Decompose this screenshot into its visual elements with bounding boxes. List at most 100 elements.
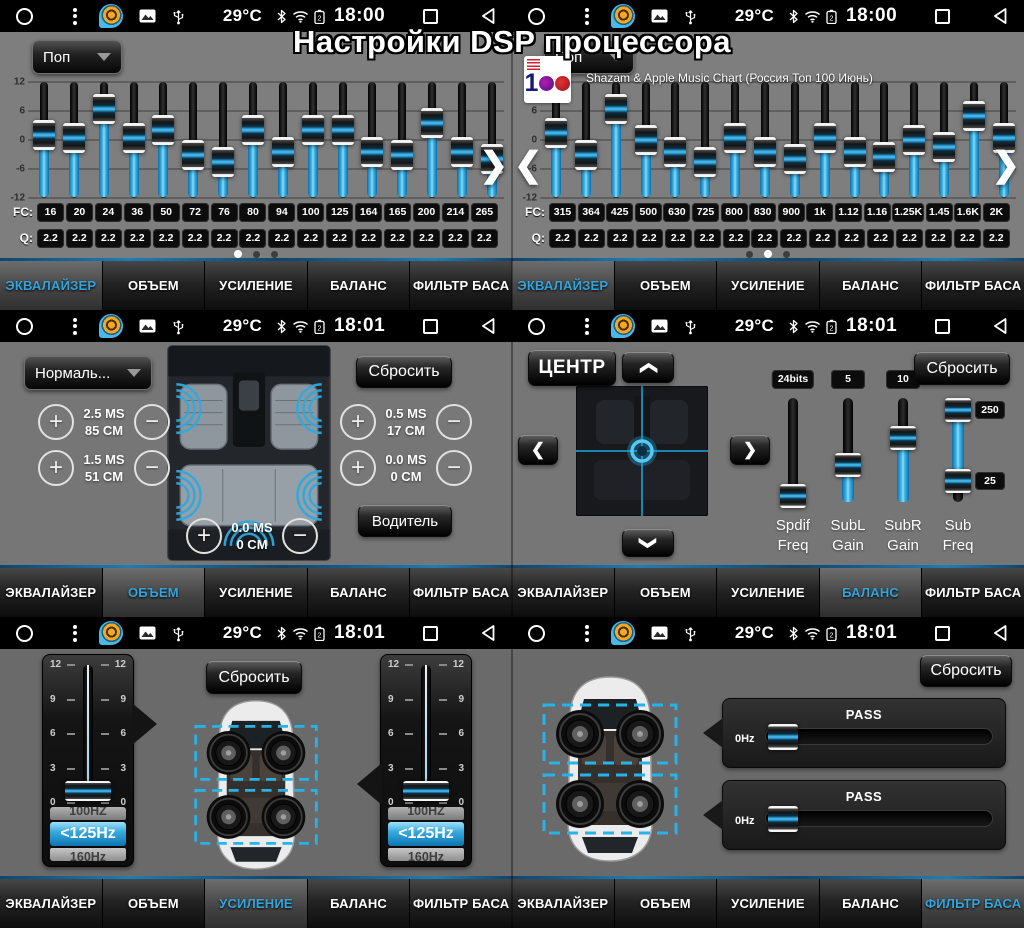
eq-band-slider[interactable] (753, 82, 777, 198)
slider-knob[interactable] (754, 137, 776, 167)
balance-down-button[interactable]: ❯ (622, 529, 674, 557)
gain-fader-track[interactable] (83, 665, 93, 803)
recents-square-icon[interactable] (423, 9, 438, 24)
eq-band-slider[interactable] (450, 82, 474, 198)
listener-position-button[interactable]: Водитель (358, 505, 452, 537)
tab-equalizer[interactable]: ЭКВАЛАЙЗЕР (0, 261, 102, 310)
tab-balance[interactable]: БАЛАНС (307, 568, 410, 617)
car-speakers-image[interactable] (192, 695, 320, 873)
menu-dots-icon[interactable] (73, 318, 77, 335)
back-triangle-icon[interactable] (992, 624, 1008, 642)
filter-freq-track[interactable] (765, 728, 993, 745)
slider-knob[interactable] (780, 484, 806, 508)
car-speakers-image[interactable] (540, 671, 680, 865)
tab-bass-filter[interactable]: ФИЛЬТР БАСА (409, 261, 512, 310)
increase-button[interactable]: + (186, 518, 222, 554)
tab-volume[interactable]: ОБЪЕМ (102, 879, 205, 928)
increase-button[interactable]: + (38, 450, 74, 486)
eq-band-slider[interactable] (62, 82, 86, 198)
recents-square-icon[interactable] (423, 319, 438, 334)
balance-reset-button[interactable]: Сбросить (914, 352, 1010, 385)
page-dot-active[interactable] (234, 250, 242, 258)
eq-band-slider[interactable] (663, 82, 687, 198)
tab-volume[interactable]: ОБЪЕМ (614, 879, 717, 928)
tab-bass-filter[interactable]: ФИЛЬТР БАСА (409, 568, 512, 617)
gain-fader-knob[interactable] (65, 781, 111, 801)
recents-square-icon[interactable] (935, 626, 950, 641)
decrease-button[interactable]: − (436, 404, 472, 440)
tab-bass-filter[interactable]: ФИЛЬТР БАСА (921, 879, 1024, 928)
eq-band-slider[interactable] (843, 82, 867, 198)
eq-band-slider[interactable] (92, 82, 116, 198)
eq-band-slider[interactable] (723, 82, 747, 198)
tab-balance[interactable]: БАЛАНС (819, 568, 922, 617)
back-triangle-icon[interactable] (992, 317, 1008, 335)
app-logo-icon[interactable] (611, 314, 635, 338)
slider-knob[interactable] (784, 144, 806, 174)
filter-freq-track[interactable] (765, 810, 993, 827)
crossover-option[interactable]: 100HZ (50, 807, 126, 820)
slider-track[interactable] (788, 398, 798, 502)
balance-left-button[interactable]: ❮ (518, 435, 558, 465)
slider-knob[interactable] (123, 123, 145, 153)
tab-volume[interactable]: ОБЪЕМ (614, 568, 717, 617)
balance-center-button[interactable]: ЦЕНТР (528, 350, 616, 386)
eq-band-slider[interactable] (962, 82, 986, 198)
crossover-option[interactable]: 100HZ (388, 807, 464, 820)
eq-band-slider[interactable] (331, 82, 355, 198)
slider-knob[interactable] (302, 115, 324, 145)
tab-bass-filter[interactable]: ФИЛЬТР БАСА (409, 879, 512, 928)
delay-preset-dropdown[interactable]: Нормаль... (24, 356, 152, 390)
slider-knob[interactable] (361, 137, 383, 167)
recents-square-icon[interactable] (935, 319, 950, 334)
tab-equalizer[interactable]: ЭКВАЛАЙЗЕР (512, 261, 614, 310)
increase-button[interactable]: + (340, 450, 376, 486)
range-knob-high[interactable] (945, 398, 971, 422)
tab-gain[interactable]: УСИЛЕНИЕ (716, 879, 819, 928)
back-triangle-icon[interactable] (480, 624, 496, 642)
page-dot[interactable] (271, 251, 278, 258)
home-circle-icon[interactable] (16, 625, 33, 642)
eq-band-slider[interactable] (360, 82, 384, 198)
eq-prev-page-chevron[interactable]: ❮ (514, 148, 543, 182)
decrease-button[interactable]: − (436, 450, 472, 486)
eq-band-slider[interactable] (932, 82, 956, 198)
slider-knob[interactable] (212, 147, 234, 177)
tab-bass-filter[interactable]: ФИЛЬТР БАСА (921, 261, 1024, 310)
home-circle-icon[interactable] (528, 8, 545, 25)
slider-knob[interactable] (835, 453, 861, 477)
eq-band-slider[interactable] (902, 82, 926, 198)
tab-gain[interactable]: УСИЛЕНИЕ (716, 261, 819, 310)
gain-fader-rear[interactable]: 121299663300100HZ<125Hz160Hz (380, 654, 472, 867)
eq-next-page-chevron[interactable]: ❯ (480, 148, 509, 182)
tab-balance[interactable]: БАЛАНС (819, 261, 922, 310)
slider-knob[interactable] (451, 137, 473, 167)
gallery-icon[interactable] (651, 626, 668, 640)
crossover-option[interactable]: 160Hz (388, 848, 464, 861)
tab-gain[interactable]: УСИЛЕНИЕ (204, 879, 307, 928)
eq-band-slider[interactable] (390, 82, 414, 198)
slider-knob[interactable] (873, 142, 895, 172)
slider-knob[interactable] (33, 120, 55, 150)
tab-gain[interactable]: УСИЛЕНИЕ (204, 568, 307, 617)
tab-equalizer[interactable]: ЭКВАЛАЙЗЕР (512, 879, 614, 928)
tab-balance[interactable]: БАЛАНС (307, 879, 410, 928)
menu-dots-icon[interactable] (585, 625, 589, 642)
tab-bass-filter[interactable]: ФИЛЬТР БАСА (921, 568, 1024, 617)
app-logo-icon[interactable] (99, 621, 123, 645)
slider-knob[interactable] (332, 115, 354, 145)
page-dot-active[interactable] (764, 250, 772, 258)
gallery-icon[interactable] (139, 319, 156, 333)
eq-band-slider[interactable] (32, 82, 56, 198)
slider-track[interactable] (898, 398, 908, 502)
slider-knob[interactable] (844, 137, 866, 167)
slider-knob[interactable] (152, 115, 174, 145)
app-logo-icon[interactable] (99, 314, 123, 338)
tab-balance[interactable]: БАЛАНС (307, 261, 410, 310)
tab-volume[interactable]: ОБЪЕМ (102, 568, 205, 617)
eq-band-slider[interactable] (241, 82, 265, 198)
decrease-button[interactable]: − (134, 404, 170, 440)
recents-square-icon[interactable] (423, 626, 438, 641)
app-logo-icon[interactable] (611, 4, 635, 28)
home-circle-icon[interactable] (528, 625, 545, 642)
